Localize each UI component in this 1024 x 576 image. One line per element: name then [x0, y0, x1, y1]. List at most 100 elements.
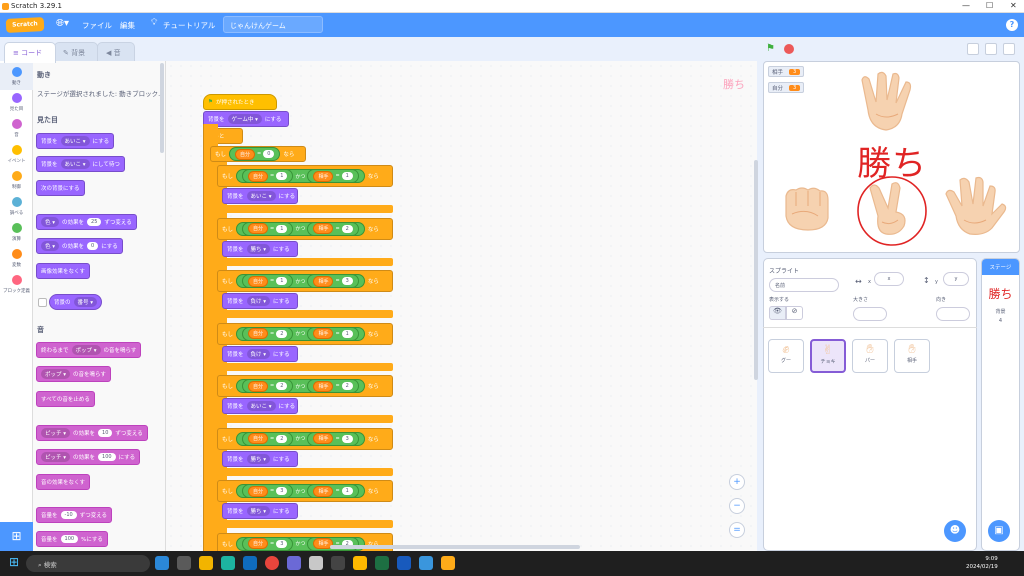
- taskbar-app-icon[interactable]: [221, 556, 235, 570]
- category-sound[interactable]: 音: [0, 115, 33, 142]
- backdrop-dropdown[interactable]: あいこ ▾: [60, 159, 90, 169]
- menu-edit[interactable]: 編集: [120, 20, 135, 31]
- backdrop-dropdown[interactable]: 勝ち ▾: [246, 506, 271, 516]
- block-set-backdrop-result[interactable]: 背景を 勝ち ▾ にする: [222, 503, 298, 519]
- green-flag-icon[interactable]: ⚑: [766, 43, 775, 54]
- effect-dropdown[interactable]: 色 ▾: [41, 217, 60, 227]
- variable-self[interactable]: 自分: [248, 328, 269, 339]
- block-set-backdrop-result[interactable]: 背景を 負け ▾ にする: [222, 293, 298, 309]
- number-dropdown[interactable]: 番号 ▾: [73, 297, 98, 307]
- variable-self[interactable]: 自分: [248, 275, 269, 287]
- sprite-tile-rock[interactable]: ✊︎ グー: [768, 339, 804, 373]
- large-stage-icon[interactable]: [985, 43, 997, 55]
- condition-and[interactable]: 自分 = 1 かつ 相手 = 3: [236, 274, 365, 288]
- backdrop-dropdown[interactable]: 負け ▾: [246, 296, 271, 306]
- condition-equals[interactable]: 自分 = 1: [242, 169, 294, 183]
- condition-value[interactable]: 1: [276, 172, 288, 180]
- condition-and[interactable]: 自分 = 2 かつ 相手 = 3: [236, 431, 365, 446]
- block-clear-effects[interactable]: 画像効果をなくす: [36, 263, 91, 279]
- block-set-backdrop-result[interactable]: 背景を あいこ ▾ にする: [222, 398, 298, 414]
- globe-icon[interactable]: 🌐︎▾: [56, 18, 69, 29]
- block-set-volume[interactable]: 音量を 100 %にする: [36, 531, 108, 547]
- condition-value[interactable]: 0: [263, 150, 275, 158]
- fullscreen-icon[interactable]: [1003, 43, 1015, 55]
- condition-equals[interactable]: 自分 = 0: [229, 147, 281, 161]
- category-looks[interactable]: 見た目: [0, 89, 33, 116]
- y-input[interactable]: y: [943, 272, 969, 286]
- condition-value[interactable]: 1: [276, 224, 288, 233]
- show-eye-icon[interactable]: 👁︎: [769, 306, 786, 320]
- condition-equals[interactable]: 自分 = 2: [242, 379, 294, 393]
- condition-and[interactable]: 自分 = 1 かつ 相手 = 1: [236, 169, 365, 183]
- condition-equals[interactable]: 相手 = 2: [307, 379, 359, 393]
- variable-opponent[interactable]: 相手: [313, 380, 334, 392]
- palette-scrollbar[interactable]: [160, 63, 164, 153]
- taskbar-app-icon[interactable]: [155, 556, 169, 570]
- condition-equals[interactable]: 相手 = 1: [307, 326, 359, 341]
- choose-sprite-button[interactable]: ☻: [944, 520, 966, 542]
- volume-value-input[interactable]: 100: [60, 535, 79, 543]
- sprite-tile-scissors[interactable]: ✌︎ チョキ: [810, 339, 846, 373]
- condition-equals[interactable]: 自分 = 2: [242, 431, 294, 446]
- menu-file[interactable]: ファイル: [82, 20, 112, 31]
- block-set-backdrop-result[interactable]: 背景を 勝ち ▾ にする: [222, 450, 298, 467]
- variable-self[interactable]: 自分: [248, 380, 269, 392]
- taskbar-app-icon[interactable]: [287, 556, 301, 570]
- condition-equals[interactable]: 自分 = 1: [242, 221, 294, 236]
- script-horizontal-scrollbar[interactable]: [330, 545, 580, 549]
- condition-value[interactable]: 2: [341, 224, 353, 233]
- category-motion[interactable]: 動き: [0, 63, 33, 90]
- variable-opponent[interactable]: 相手: [313, 223, 334, 234]
- volume-amount-input[interactable]: -10: [60, 511, 77, 519]
- reporter-checkbox[interactable]: [38, 298, 47, 307]
- condition-equals[interactable]: 相手 = 1: [307, 484, 359, 498]
- pitch-value-input[interactable]: 100: [98, 453, 116, 461]
- project-title-input[interactable]: じゃんけんゲーム: [223, 16, 323, 33]
- choose-backdrop-button[interactable]: ▣: [988, 520, 1010, 542]
- block-switch-backdrop[interactable]: 背景を あいこ ▾ にする: [36, 133, 115, 149]
- tab-sounds[interactable]: ◀ 音: [97, 42, 135, 61]
- block-backdrop-number[interactable]: 背景の 番号 ▾: [49, 294, 103, 310]
- block-set-backdrop-result[interactable]: 背景を あいこ ▾ にする: [222, 188, 298, 204]
- sound-dropdown[interactable]: ポップ ▾: [41, 369, 71, 379]
- windows-start-icon[interactable]: ⊞: [9, 555, 19, 569]
- variable-self[interactable]: 自分: [248, 538, 269, 549]
- backdrop-dropdown[interactable]: あいこ ▾: [60, 136, 90, 146]
- block-set-backdrop-result[interactable]: 背景を 勝ち ▾ にする: [222, 240, 298, 257]
- block-start-sound[interactable]: ポップ ▾ の音を鳴らす: [36, 366, 111, 382]
- sprite-tile-paper[interactable]: ✋︎ パー: [852, 339, 888, 373]
- block-set-effect[interactable]: 色 ▾ の効果を 0 にする: [36, 238, 123, 254]
- variable-opponent[interactable]: 相手: [313, 275, 334, 287]
- block-set-pitch[interactable]: ピッチ ▾ の効果を 100 にする: [36, 449, 141, 465]
- sound-dropdown[interactable]: ポップ ▾: [71, 345, 101, 355]
- block-play-sound-until-done[interactable]: 終わるまで ポップ ▾ の音を鳴らす: [36, 342, 142, 358]
- hide-eye-icon[interactable]: ⊘: [786, 306, 803, 320]
- effect-dropdown[interactable]: 色 ▾: [41, 241, 60, 251]
- zoom-reset-button[interactable]: =: [729, 522, 745, 538]
- zoom-out-button[interactable]: −: [729, 498, 745, 514]
- condition-equals[interactable]: 自分 = 3: [242, 484, 294, 498]
- variable-self[interactable]: 自分: [248, 433, 269, 444]
- block-change-pitch[interactable]: ピッチ ▾ の効果を 10 ずつ変える: [36, 425, 148, 441]
- block-if-condition[interactable]: もし 自分 = 1 かつ 相手 = 1 なら: [217, 165, 393, 187]
- backdrop-dropdown[interactable]: あいこ ▾: [246, 191, 276, 201]
- block-set-backdrop-result[interactable]: 背景を 負け ▾ にする: [222, 345, 298, 362]
- x-input[interactable]: x: [874, 272, 904, 286]
- backdrop-dropdown[interactable]: ゲーム中 ▾: [227, 114, 262, 124]
- close-icon[interactable]: ✕: [1010, 1, 1017, 10]
- backdrop-dropdown[interactable]: 勝ち ▾: [246, 243, 271, 254]
- menu-tutorial[interactable]: チュートリアル: [163, 20, 215, 31]
- size-input[interactable]: [853, 307, 887, 321]
- small-stage-icon[interactable]: [967, 43, 979, 55]
- condition-value[interactable]: 1: [341, 329, 353, 338]
- category-control[interactable]: 制御: [0, 167, 33, 194]
- sprite-tile-opponent[interactable]: ✋︎ 相手: [894, 339, 930, 373]
- taskbar-app-icon[interactable]: [441, 556, 455, 570]
- variable-opponent[interactable]: 相手: [313, 433, 334, 444]
- condition-value[interactable]: 3: [341, 277, 353, 285]
- category-variables[interactable]: 変数: [0, 245, 33, 272]
- sprite-name-input[interactable]: 名前: [769, 278, 839, 292]
- condition-equals[interactable]: 相手 = 2: [307, 221, 359, 236]
- variable-self[interactable]: 自分: [248, 485, 269, 497]
- tab-backdrops[interactable]: ✎ 背景: [54, 42, 98, 61]
